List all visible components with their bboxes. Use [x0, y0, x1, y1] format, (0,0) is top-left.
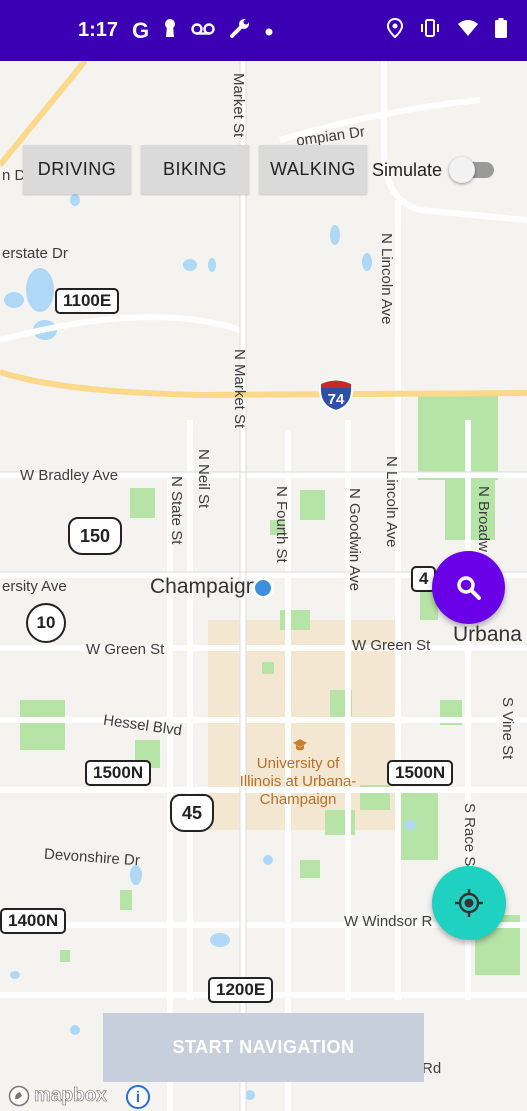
- wifi-icon: [457, 19, 479, 42]
- wrench-icon: [229, 17, 251, 44]
- simulate-toggle-thumb[interactable]: [449, 157, 475, 183]
- label-champaign: Champaign: [150, 575, 258, 598]
- label-w-bradley-ave: W Bradley Ave: [20, 467, 119, 484]
- label-s-vine-st: S Vine St: [499, 697, 516, 760]
- route-1200e-shield: 1200E: [208, 977, 274, 1003]
- route-10-shield: 10: [26, 603, 66, 643]
- voicemail-icon: [191, 20, 215, 41]
- location-icon: [386, 17, 404, 43]
- driving-button[interactable]: DRIVING: [23, 145, 131, 194]
- label-n-fourth-st: N Fourth St: [273, 486, 290, 563]
- locate-fab[interactable]: [432, 866, 506, 940]
- search-icon: [456, 575, 481, 600]
- label-w-windsor: W Windsor R: [344, 913, 433, 930]
- label-s-race-st: S Race S: [461, 803, 478, 867]
- route-1500n-shield-right: 1500N: [387, 760, 454, 786]
- google-icon: G: [132, 17, 150, 43]
- status-icons-left: G: [132, 17, 273, 44]
- us-45-shield: 45: [170, 794, 214, 832]
- biking-button[interactable]: BIKING: [141, 145, 249, 194]
- highways: [0, 61, 527, 399]
- info-icon[interactable]: i: [126, 1085, 150, 1109]
- label-erstate-dr: erstate Dr: [2, 245, 68, 262]
- mapbox-logo[interactable]: mapbox: [8, 1085, 107, 1107]
- label-rd-bottom: Rd: [422, 1060, 442, 1077]
- label-n-goodwin-ave: N Goodwin Ave: [346, 488, 363, 592]
- dot-icon: [265, 20, 273, 41]
- battery-icon: [495, 18, 507, 43]
- label-w-green-st-left: W Green St: [86, 641, 165, 658]
- status-time: 1:17: [78, 19, 119, 41]
- start-navigation-button[interactable]: START NAVIGATION: [103, 1013, 424, 1082]
- interstate-74-shield: 74: [319, 379, 353, 412]
- interstate-74-number: 74: [328, 391, 345, 408]
- label-ersity-ave: ersity Ave: [2, 578, 67, 595]
- label-urbana: Urbana: [453, 623, 522, 646]
- route-1500n-shield-left: 1500N: [85, 760, 152, 786]
- label-w-green-st-right: W Green St: [352, 637, 431, 654]
- label-market-st-top: Market St: [230, 73, 247, 138]
- vibrate-icon: [419, 19, 441, 42]
- walking-button[interactable]: WALKING: [259, 145, 367, 194]
- user-location-marker: [252, 577, 274, 599]
- my-location-icon: [455, 889, 483, 917]
- route-1400n-shield: 1400N: [0, 908, 67, 934]
- keyhole-icon: [163, 18, 177, 43]
- simulate-label: Simulate: [372, 160, 443, 180]
- route-1100e-shield: 1100E: [55, 288, 120, 314]
- label-n-broadway: N Broadw: [475, 486, 492, 552]
- mapbox-wordmark: mapbox: [34, 1085, 107, 1107]
- mapbox-mark-icon: [8, 1085, 30, 1107]
- search-fab[interactable]: [432, 551, 505, 624]
- label-n-neil-st: N Neil St: [195, 449, 212, 509]
- us-150-shield: 150: [68, 517, 122, 555]
- label-n-state-st: N State St: [168, 476, 185, 545]
- label-n-lincoln-ave-top: N Lincoln Ave: [378, 233, 395, 325]
- status-icons-right: [386, 17, 507, 43]
- status-bar: 1:17 G: [0, 0, 527, 61]
- university-icon: [293, 739, 307, 751]
- label-n-market-st: N Market St: [231, 349, 248, 429]
- label-university: University of Illinois at Urbana-Champai…: [239, 755, 357, 808]
- label-n-lincoln-ave: N Lincoln Ave: [383, 456, 400, 548]
